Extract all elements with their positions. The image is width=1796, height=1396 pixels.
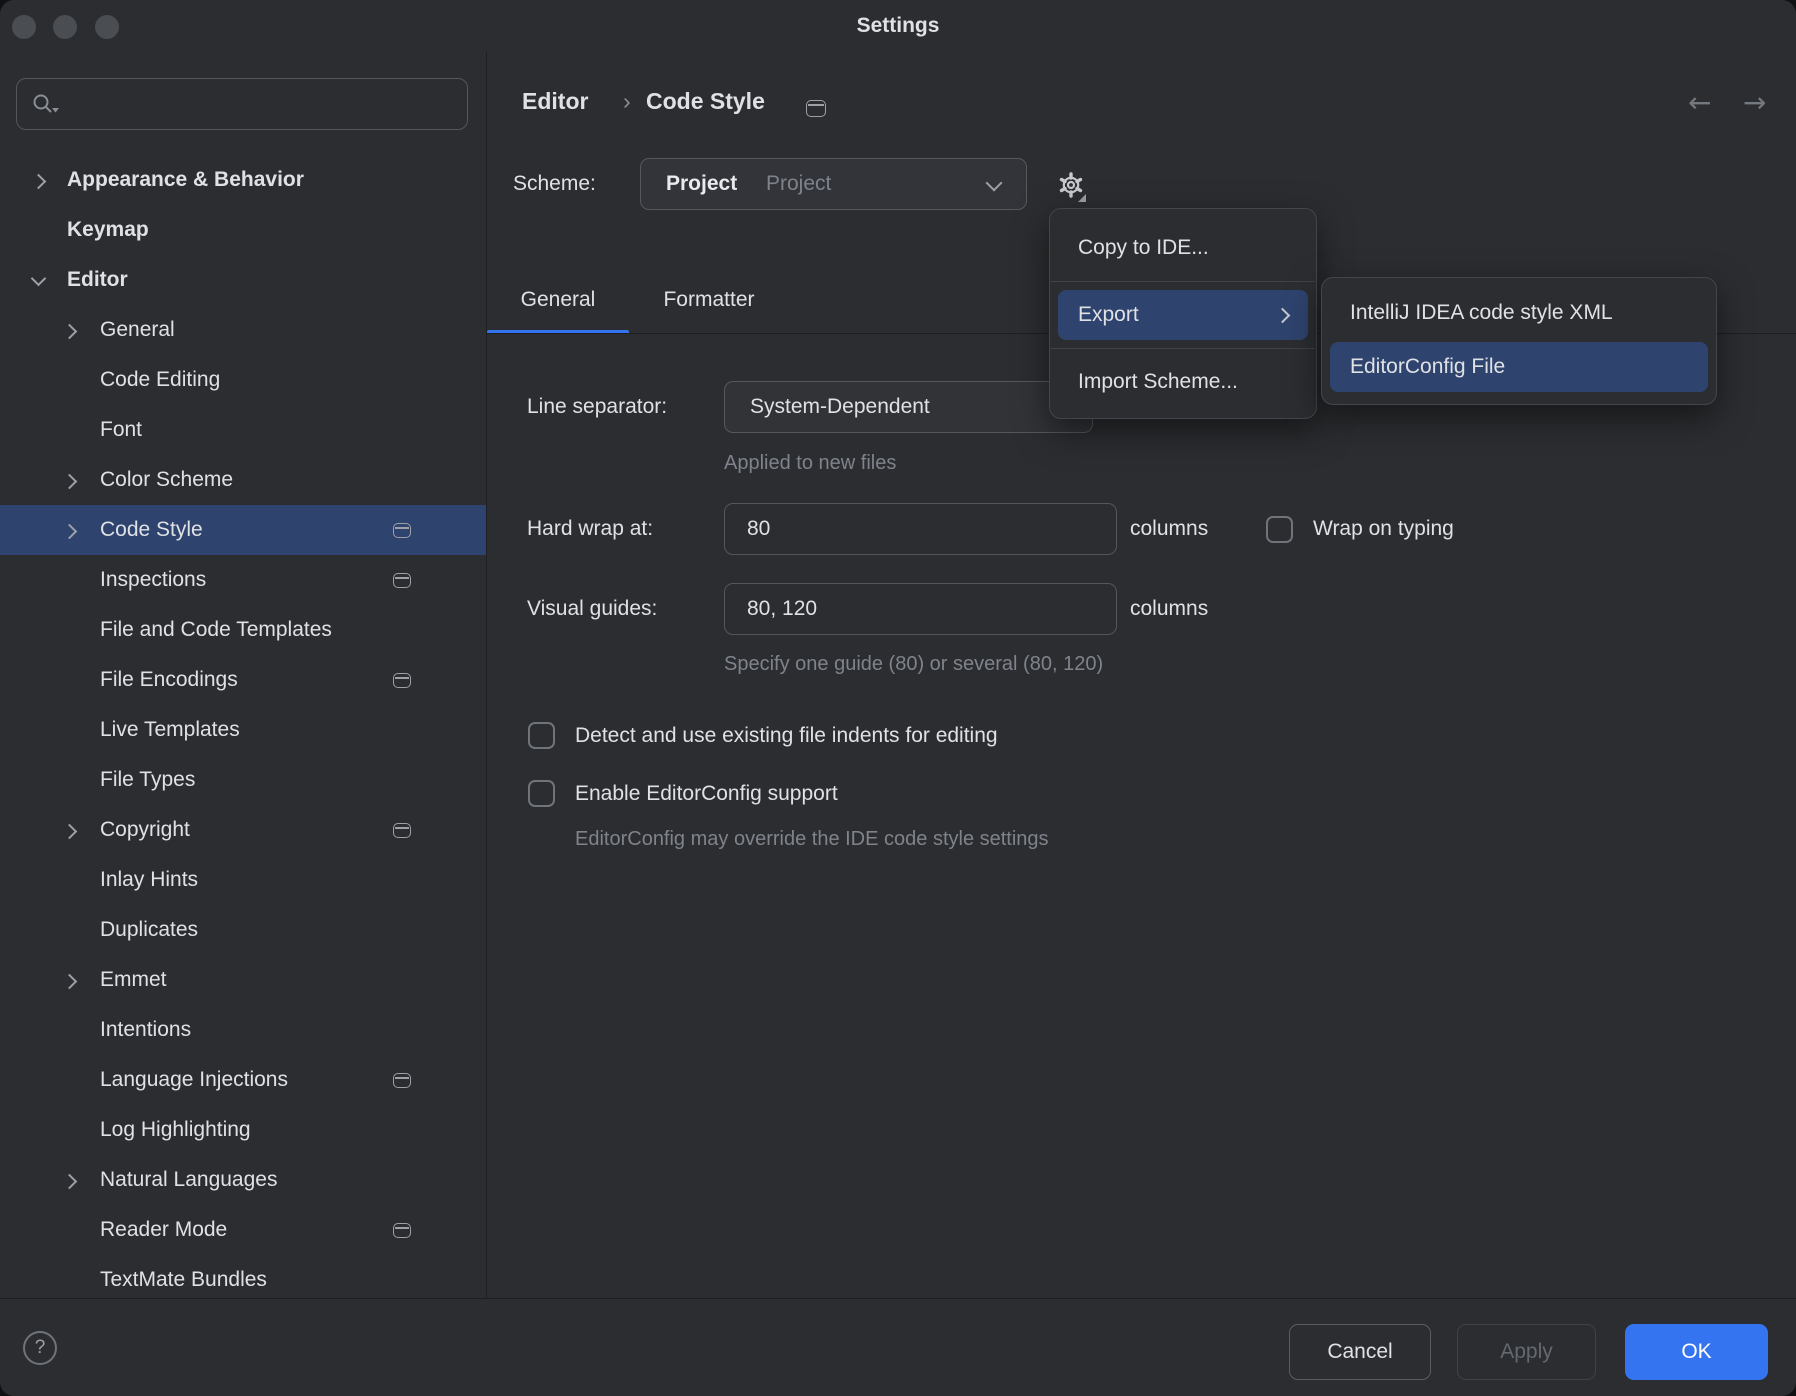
sidebar-item-file-encodings[interactable]: File Encodings	[0, 655, 486, 705]
enable-editorconfig-label: Enable EditorConfig support	[575, 782, 838, 806]
tab-general[interactable]: General	[487, 270, 629, 334]
sidebar-item-natural-languages[interactable]: Natural Languages	[0, 1155, 486, 1205]
back-icon[interactable]: ←	[1688, 86, 1711, 119]
sidebar-item-color-scheme[interactable]: Color Scheme	[0, 455, 486, 505]
sidebar-item-editor[interactable]: Editor	[0, 255, 486, 305]
apply-button[interactable]: Apply	[1457, 1324, 1596, 1380]
detect-indents-label: Detect and use existing file indents for…	[575, 724, 998, 748]
modified-indicator-icon	[806, 100, 826, 117]
sidebar-item-log-highlighting[interactable]: Log Highlighting	[0, 1105, 486, 1155]
chevron-right-icon	[62, 824, 78, 840]
modified-indicator-icon	[393, 673, 411, 688]
editorconfig-hint: EditorConfig may override the IDE code s…	[575, 828, 1049, 851]
sidebar-item-general[interactable]: General	[0, 305, 486, 355]
scheme-value: Project	[666, 159, 737, 209]
visual-guides-unit: columns	[1130, 597, 1208, 621]
chevron-down-icon	[986, 175, 1003, 192]
sidebar-divider	[486, 52, 487, 1298]
scheme-actions-menu: Copy to IDE... Export Import Scheme...	[1049, 208, 1317, 419]
sidebar-item-font[interactable]: Font	[0, 405, 486, 455]
sidebar-item-file-and-code-templates[interactable]: File and Code Templates	[0, 605, 486, 655]
scheme-store-hint: Project	[766, 159, 831, 209]
gear-dropdown-caret-icon	[1078, 194, 1086, 202]
menu-item-intellij-xml[interactable]: IntelliJ IDEA code style XML	[1322, 288, 1716, 338]
hard-wrap-label: Hard wrap at:	[527, 517, 653, 541]
window-title: Settings	[0, 0, 1796, 52]
sidebar-item-code-style[interactable]: Code Style	[0, 505, 486, 555]
search-icon	[31, 92, 61, 118]
menu-item-copy-to-ide[interactable]: Copy to IDE...	[1050, 223, 1316, 273]
search-input[interactable]	[75, 83, 459, 125]
menu-separator	[1051, 348, 1315, 349]
menu-item-editorconfig-file[interactable]: EditorConfig File	[1330, 342, 1708, 392]
search-options-caret-icon	[52, 108, 59, 113]
chevron-right-icon	[62, 524, 78, 540]
enable-editorconfig-checkbox[interactable]	[528, 780, 555, 807]
visual-guides-label: Visual guides:	[527, 597, 657, 621]
menu-item-import-scheme[interactable]: Import Scheme...	[1050, 357, 1316, 407]
submenu-arrow-icon	[1275, 308, 1291, 324]
modified-indicator-icon	[393, 1073, 411, 1088]
sidebar-item-duplicates[interactable]: Duplicates	[0, 905, 486, 955]
line-separator-label: Line separator:	[527, 395, 667, 419]
sidebar-item-code-editing[interactable]: Code Editing	[0, 355, 486, 405]
line-separator-hint: Applied to new files	[724, 452, 896, 475]
sidebar-item-inspections[interactable]: Inspections	[0, 555, 486, 605]
sidebar-item-emmet[interactable]: Emmet	[0, 955, 486, 1005]
tab-formatter[interactable]: Formatter	[634, 270, 784, 334]
chevron-right-icon	[31, 174, 47, 190]
forward-icon[interactable]: →	[1743, 86, 1766, 119]
sidebar-item-reader-mode[interactable]: Reader Mode	[0, 1205, 486, 1255]
sidebar-item-copyright[interactable]: Copyright	[0, 805, 486, 855]
sidebar-item-intentions[interactable]: Intentions	[0, 1005, 486, 1055]
scheme-label: Scheme:	[513, 172, 596, 196]
chevron-right-icon	[62, 1174, 78, 1190]
modified-indicator-icon	[393, 573, 411, 588]
help-button[interactable]: ?	[23, 1331, 57, 1365]
sidebar-item-live-templates[interactable]: Live Templates	[0, 705, 486, 755]
hard-wrap-unit: columns	[1130, 517, 1208, 541]
settings-dialog: Settings Appearance & Behavior Keymap Ed…	[0, 0, 1796, 1396]
sidebar-item-appearance-behavior[interactable]: Appearance & Behavior	[0, 155, 486, 205]
sidebar-item-inlay-hints[interactable]: Inlay Hints	[0, 855, 486, 905]
breadcrumb-separator: ›	[623, 88, 631, 115]
sidebar-item-keymap[interactable]: Keymap	[0, 205, 486, 255]
modified-indicator-icon	[393, 523, 411, 538]
settings-search-field[interactable]	[16, 78, 468, 130]
hard-wrap-input[interactable]	[724, 503, 1117, 555]
sidebar-item-language-injections[interactable]: Language Injections	[0, 1055, 486, 1105]
chevron-right-icon	[62, 324, 78, 340]
settings-tree: Appearance & Behavior Keymap Editor Gene…	[0, 155, 486, 1305]
sidebar-item-file-types[interactable]: File Types	[0, 755, 486, 805]
visual-guides-hint: Specify one guide (80) or several (80, 1…	[724, 653, 1103, 676]
chevron-right-icon	[62, 474, 78, 490]
wrap-on-typing-checkbox[interactable]	[1266, 516, 1293, 543]
line-separator-select[interactable]: System-Dependent	[724, 381, 1093, 433]
breadcrumb-parent[interactable]: Editor	[522, 88, 588, 115]
visual-guides-input[interactable]	[724, 583, 1117, 635]
modified-indicator-icon	[393, 823, 411, 838]
ok-button[interactable]: OK	[1625, 1324, 1768, 1380]
modified-indicator-icon	[393, 1223, 411, 1238]
scheme-select[interactable]: Project Project	[640, 158, 1027, 210]
wrap-on-typing-label: Wrap on typing	[1313, 517, 1454, 541]
chevron-down-icon	[31, 271, 47, 287]
page-title: Code Style	[646, 88, 765, 115]
line-separator-value: System-Dependent	[750, 382, 930, 432]
chevron-right-icon	[62, 974, 78, 990]
footer-divider	[0, 1298, 1796, 1299]
export-submenu: IntelliJ IDEA code style XML EditorConfi…	[1321, 277, 1717, 405]
detect-indents-checkbox[interactable]	[528, 722, 555, 749]
menu-separator	[1051, 281, 1315, 282]
menu-item-export[interactable]: Export	[1058, 290, 1308, 340]
cancel-button[interactable]: Cancel	[1289, 1324, 1431, 1380]
